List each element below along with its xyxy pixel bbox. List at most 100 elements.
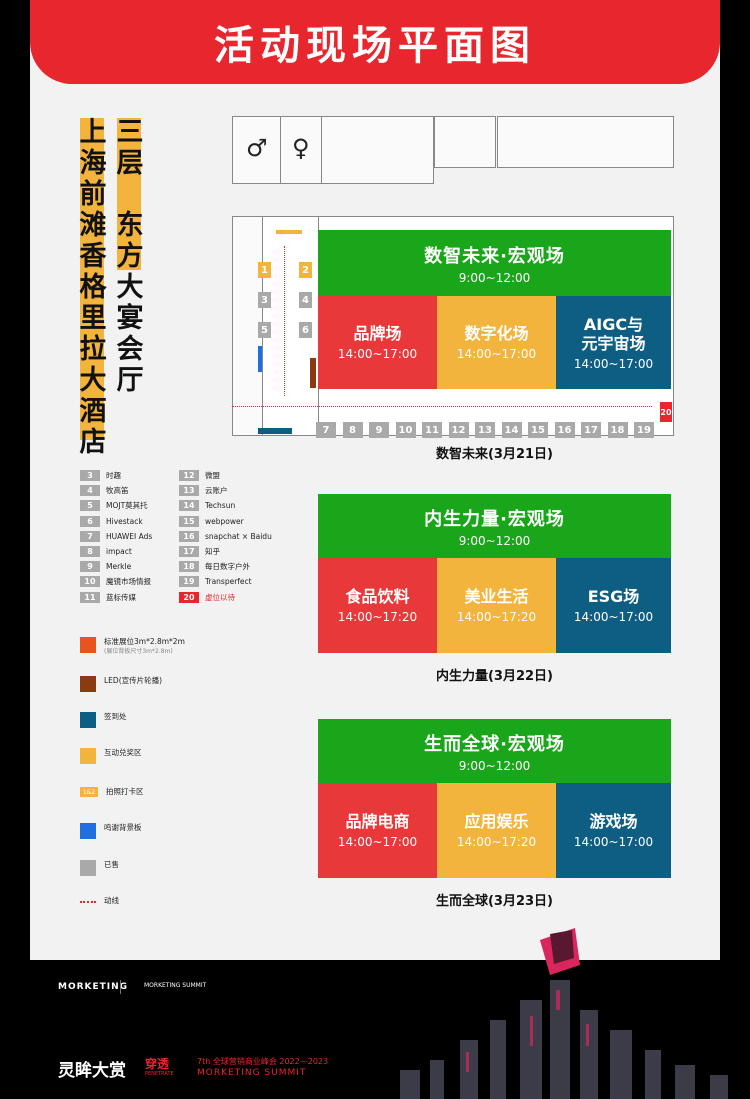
key-item: LED(宣传片轮播) bbox=[80, 676, 162, 692]
key-item: 鸣谢背景板 bbox=[80, 823, 142, 839]
legend-item: 6 Hivestack bbox=[80, 515, 143, 527]
sub-session: 应用娱乐 14:00~17:20 bbox=[437, 783, 556, 878]
booth-19: 19 bbox=[634, 422, 654, 438]
legend-number: 20 bbox=[179, 591, 199, 603]
penetrate-logo: 穿透 bbox=[145, 1057, 170, 1071]
legend-item: 9 Merkle bbox=[80, 561, 132, 573]
city-skyline-graphic bbox=[400, 928, 728, 1099]
booth-8: 8 bbox=[342, 422, 363, 438]
legend-number: 10 bbox=[80, 576, 100, 588]
sub-session-time: 14:00~17:20 bbox=[337, 610, 418, 624]
hotel-char: 格 bbox=[79, 272, 107, 303]
sub-session-name: 食品饮料 bbox=[345, 587, 410, 606]
key-text: 已售 bbox=[104, 860, 119, 869]
hall-char: 东 bbox=[116, 210, 144, 241]
sub-session-time: 14:00~17:00 bbox=[573, 835, 654, 849]
legend-number: 19 bbox=[179, 576, 199, 588]
booth-7: 7 bbox=[316, 422, 336, 438]
sub-session-time: 14:00~17:00 bbox=[337, 835, 418, 849]
hall-char: 厅 bbox=[116, 365, 144, 396]
key-swatch: 1&2 bbox=[80, 787, 98, 797]
sub-session: AIGC与 元宇宙场 14:00~17:00 bbox=[556, 296, 671, 389]
hall-char: 层 bbox=[116, 148, 144, 179]
key-label: 签到处 bbox=[104, 712, 127, 722]
key-label: 互动兑奖区 bbox=[104, 748, 142, 758]
sub-session-time: 14:00~17:00 bbox=[573, 610, 654, 624]
day-caption: 生而全球(3月23日) bbox=[435, 894, 554, 909]
sub-session-name: 美业生活 bbox=[464, 587, 529, 606]
hall-char: 三 bbox=[116, 117, 144, 148]
main-session: 生而全球·宏观场 9:00~12:00 bbox=[318, 719, 671, 783]
hotel-char: 大 bbox=[79, 365, 107, 396]
legend-label: HUAWEI Ads bbox=[106, 531, 153, 541]
legend-item: 17 知乎 bbox=[179, 546, 220, 557]
legend-item: 3 时趣 bbox=[80, 470, 121, 481]
legend-label: Transperfect bbox=[205, 577, 252, 587]
led-screen bbox=[310, 358, 316, 388]
footer-summit-logo: MORKETING SUMMIT bbox=[144, 982, 207, 989]
legend-item: 16 snapchat × Baidu bbox=[179, 530, 272, 542]
legend-item: 19 Transperfect bbox=[179, 576, 252, 588]
legend-item: 14 Techsun bbox=[179, 500, 235, 512]
legend-label: impact bbox=[106, 547, 132, 556]
booth-17: 17 bbox=[581, 422, 601, 438]
flow-line bbox=[284, 246, 285, 396]
summit-en: MORKETING SUMMIT bbox=[197, 1068, 307, 1078]
booth-20: 20 bbox=[660, 402, 672, 422]
key-label: 标准展位3m*2.8m*2m (展位背板尺寸3m*2.8m) bbox=[104, 637, 185, 657]
booth-16: 16 bbox=[554, 422, 575, 438]
sub-session-time: 14:00~17:00 bbox=[337, 347, 418, 361]
legend-number: 5 bbox=[80, 500, 100, 512]
legend-number: 7 bbox=[80, 530, 100, 542]
legend-number: 18 bbox=[179, 561, 199, 573]
key-item: 1&2 拍照打卡区 bbox=[80, 787, 144, 797]
hall-char: 会 bbox=[116, 334, 144, 365]
key-item: 已售 bbox=[80, 860, 119, 876]
key-label: 鸣谢背景板 bbox=[104, 823, 142, 833]
key-label: 拍照打卡区 bbox=[106, 787, 144, 797]
female-restroom-icon: ♀ bbox=[292, 134, 310, 162]
flow-line bbox=[232, 406, 652, 407]
main-session-time: 9:00~12:00 bbox=[458, 270, 531, 285]
legend-item: 15 webpower bbox=[179, 515, 244, 527]
legend-number: 13 bbox=[179, 485, 199, 497]
sub-session-name: 游戏场 bbox=[589, 812, 638, 831]
day-caption: 内生力量(3月22日) bbox=[435, 669, 554, 684]
main-session-name: 数智未来·宏观场 bbox=[424, 245, 565, 267]
booth-14: 14 bbox=[501, 422, 522, 438]
booth-4: 4 bbox=[299, 292, 312, 308]
hotel-char: 前 bbox=[79, 179, 107, 210]
room bbox=[434, 116, 496, 168]
hotel-char: 酒 bbox=[79, 396, 107, 427]
key-swatch bbox=[80, 676, 96, 692]
day-grid: 数智未来·宏观场 9:00~12:00 品牌场 14:00~17:00 数字化场 14:0… bbox=[318, 230, 671, 389]
legend-item: 13 云账户 bbox=[179, 485, 228, 497]
booth-1: 1 bbox=[258, 262, 271, 278]
key-label: LED(宣传片轮播) bbox=[104, 676, 162, 686]
booth-2: 2 bbox=[299, 262, 312, 278]
sub-session: 美业生活 14:00~17:20 bbox=[437, 558, 556, 653]
sub-session: 食品饮料 14:00~17:20 bbox=[318, 558, 437, 653]
sub-session-name: ESG场 bbox=[587, 587, 640, 606]
flow-swatch bbox=[80, 901, 96, 903]
legend-label: Merkle bbox=[106, 562, 132, 572]
legend-number: 12 bbox=[179, 470, 199, 481]
legend-label: 魔镜市场情报 bbox=[106, 577, 151, 587]
award-logo: 灵眸大赏 bbox=[58, 1061, 126, 1081]
booth-18: 18 bbox=[607, 422, 628, 438]
legend-number: 15 bbox=[179, 515, 199, 527]
legend-label: 牧高笛 bbox=[106, 486, 129, 496]
main-session-name: 内生力量·宏观场 bbox=[424, 508, 565, 530]
booth-12: 12 bbox=[448, 422, 469, 438]
legend-label: 蓝标传媒 bbox=[106, 592, 136, 602]
sub-session: 品牌场 14:00~17:00 bbox=[318, 296, 437, 389]
sub-session-time: 14:00~17:00 bbox=[456, 347, 537, 361]
hotel-name: 上海前滩香格里拉大酒店 bbox=[78, 117, 108, 458]
legend-number: 11 bbox=[80, 591, 100, 603]
sub-session: 游戏场 14:00~17:00 bbox=[556, 783, 671, 878]
booth-9: 9 bbox=[369, 422, 389, 438]
key-text: 互动兑奖区 bbox=[104, 748, 142, 757]
hall-char bbox=[115, 179, 145, 210]
key-item: 标准展位3m*2.8m*2m (展位背板尺寸3m*2.8m) bbox=[80, 637, 185, 657]
key-swatch bbox=[80, 860, 96, 876]
